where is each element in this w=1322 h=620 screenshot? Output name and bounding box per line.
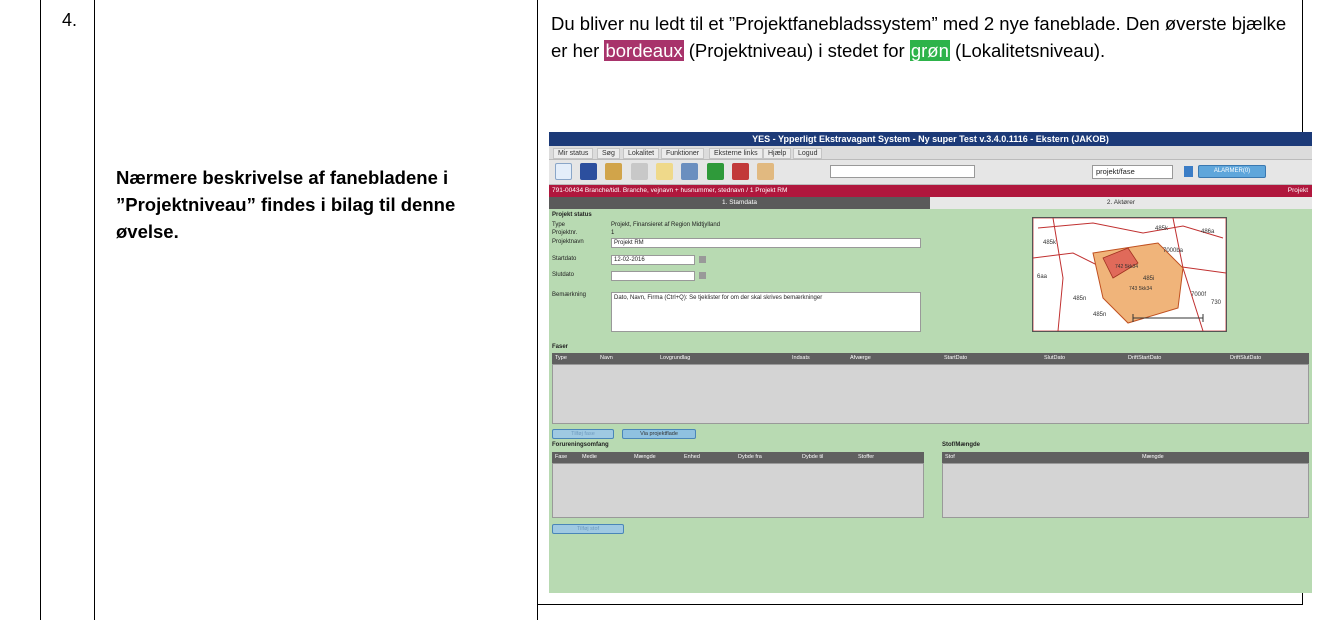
column-dybde-til[interactable]: Dybde til: [802, 452, 823, 463]
map-label: 486a: [1201, 229, 1215, 235]
green-highlight: grøn: [909, 40, 950, 61]
document-icon[interactable]: [681, 163, 698, 180]
projektnr-value: 1: [611, 230, 615, 236]
column-stof[interactable]: Stof: [945, 452, 955, 463]
via-projektflade-button[interactable]: Via projektflade: [622, 429, 696, 439]
save-icon[interactable]: [580, 163, 597, 180]
menu-eksterne-links[interactable]: Eksterne links: [709, 148, 763, 159]
forurening-grid[interactable]: [552, 463, 924, 518]
app-title-bar: YES - Ypperligt Ekstravagant System - Ny…: [549, 132, 1312, 146]
faser-title: Faser: [552, 344, 569, 350]
project-bar-text: 791-00434 Branche/tidl. Branche, vejnavn…: [552, 187, 788, 194]
menu-lokalitet[interactable]: Lokalitet: [623, 148, 660, 159]
select-dropdown-icon[interactable]: [1184, 166, 1193, 177]
pdf-icon[interactable]: [732, 163, 749, 180]
faser-header: Type Navn Lovgrundlag Indsats Afværge St…: [552, 353, 1309, 364]
map-label: 6aa: [1037, 274, 1048, 280]
app-screenshot: YES - Ypperligt Ekstravagant System - Ny…: [549, 132, 1312, 593]
column-startdato[interactable]: StartDato: [944, 353, 967, 364]
filter-icon[interactable]: [707, 163, 724, 180]
add-phase-button[interactable]: Tilføj fase: [552, 429, 614, 439]
map-label: 485k: [1155, 226, 1169, 232]
type-value: Projekt, Finansieret af Region Midtjylla…: [611, 222, 721, 228]
slutdato-label: Slutdato: [552, 272, 575, 278]
column-fase[interactable]: Fase: [555, 452, 567, 463]
table-border-bottom: [537, 604, 1303, 605]
projektnavn-label: Projektnavn: [552, 239, 584, 245]
add-substance-button[interactable]: Tilføj stof: [552, 524, 624, 534]
column-maengde[interactable]: Mængde: [634, 452, 656, 463]
report-icon[interactable]: [757, 163, 774, 180]
print-icon[interactable]: [631, 163, 648, 180]
app-menu-bar: Mir status Søg Lokalitet Funktioner Ekst…: [549, 146, 1312, 160]
map-label: 485k: [1043, 240, 1057, 246]
map-label: 742 5kk34: [1115, 264, 1138, 270]
calendar-icon[interactable]: [699, 256, 706, 263]
startdato-label: Startdato: [552, 256, 577, 262]
stof-header: Stof Mængde: [942, 452, 1309, 463]
table-border-col1: [94, 0, 95, 620]
column-enhed[interactable]: Enhed: [684, 452, 700, 463]
column-slutdato[interactable]: SlutDato: [1044, 353, 1065, 364]
bordeaux-highlight: bordeaux: [604, 40, 684, 61]
column-indsats[interactable]: Indsats: [792, 353, 810, 364]
column-maengde[interactable]: Mængde: [1142, 452, 1164, 463]
faser-grid[interactable]: [552, 364, 1309, 424]
column-driftslutdato[interactable]: DriftSlutDato: [1230, 353, 1261, 364]
stof-title: Stof/Mængde: [942, 442, 980, 448]
projektnr-label: Projektnr.: [552, 230, 578, 236]
column-stoffer[interactable]: Stoffer: [858, 452, 874, 463]
map-drawing: 485k 486a 485k 7000ba 6aa 742 5kk34 485i…: [1032, 217, 1227, 332]
column-navn[interactable]: Navn: [600, 353, 613, 364]
bemaerkning-label: Bemærkning: [552, 292, 587, 298]
folder-icon[interactable]: [605, 163, 622, 180]
column-driftstartdato[interactable]: DriftStartDato: [1128, 353, 1161, 364]
slutdato-input[interactable]: [611, 271, 695, 281]
location-map[interactable]: 485k 486a 485k 7000ba 6aa 742 5kk34 485i…: [1032, 217, 1227, 332]
type-label: Type: [552, 222, 566, 228]
menu-hjaelp[interactable]: Hjælp: [763, 148, 792, 159]
forurening-title: Forureningsomfang: [552, 442, 609, 448]
table-border-left: [40, 0, 41, 620]
map-label: 485n: [1093, 312, 1106, 318]
startdato-input[interactable]: 12-02-2016: [611, 255, 695, 265]
map-label: 485i: [1143, 276, 1154, 282]
new-icon[interactable]: [555, 163, 572, 180]
step-instruction: Du bliver nu ledt til et ”Projektfanebla…: [551, 10, 1291, 64]
note-icon[interactable]: [656, 163, 673, 180]
step-number: 4.: [62, 10, 78, 30]
column-type[interactable]: Type: [555, 353, 567, 364]
bemaerkning-textarea[interactable]: Dato, Navn, Firma (Ctrl+Q): Se tjekliste…: [611, 292, 921, 332]
calendar-icon[interactable]: [699, 272, 706, 279]
map-label: 730: [1211, 300, 1222, 306]
map-label: 7000f: [1191, 292, 1206, 298]
menu-funktioner[interactable]: Funktioner: [661, 148, 705, 159]
project-level-label: Projekt: [1287, 187, 1308, 194]
column-medie[interactable]: Medie: [582, 452, 597, 463]
column-afvaerge[interactable]: Afværge: [850, 353, 871, 364]
step-description: Nærmere beskrivelse af fanebladene i ”Pr…: [116, 167, 456, 242]
column-lovgrundlag[interactable]: Lovgrundlag: [660, 353, 690, 364]
tab-aktoerer[interactable]: 2. Aktører: [930, 197, 1312, 209]
section-project-status: Projekt status: [552, 212, 592, 218]
alarm-button[interactable]: ALARMER(0): [1198, 165, 1266, 178]
projektnavn-input[interactable]: Projekt RM: [611, 238, 921, 248]
menu-logud[interactable]: Logud: [793, 148, 823, 159]
app-toolbar: projekt/fase ALARMER(0): [549, 160, 1312, 185]
instruction-text-3: (Lokalitetsniveau).: [949, 40, 1106, 61]
table-border-col2: [537, 0, 538, 620]
map-label: 7000ba: [1163, 248, 1184, 254]
forurening-header: Fase Medie Mængde Enhed Dybde fra Dybde …: [552, 452, 924, 463]
column-dybde-fra[interactable]: Dybde fra: [738, 452, 762, 463]
toolbar-text-field[interactable]: [830, 165, 975, 178]
menu-mir-status[interactable]: Mir status: [553, 148, 594, 159]
project-bar: 791-00434 Branche/tidl. Branche, vejnavn…: [549, 185, 1312, 197]
map-label: 485n: [1073, 296, 1086, 302]
menu-soeg[interactable]: Søg: [597, 148, 620, 159]
stof-grid[interactable]: [942, 463, 1309, 518]
project-phase-select[interactable]: projekt/fase: [1092, 165, 1173, 179]
map-label: 743 5kk34: [1129, 286, 1152, 292]
instruction-text-2: (Projektniveau) i stedet for: [683, 40, 910, 61]
tab-stamdata[interactable]: 1. Stamdata: [549, 197, 930, 209]
